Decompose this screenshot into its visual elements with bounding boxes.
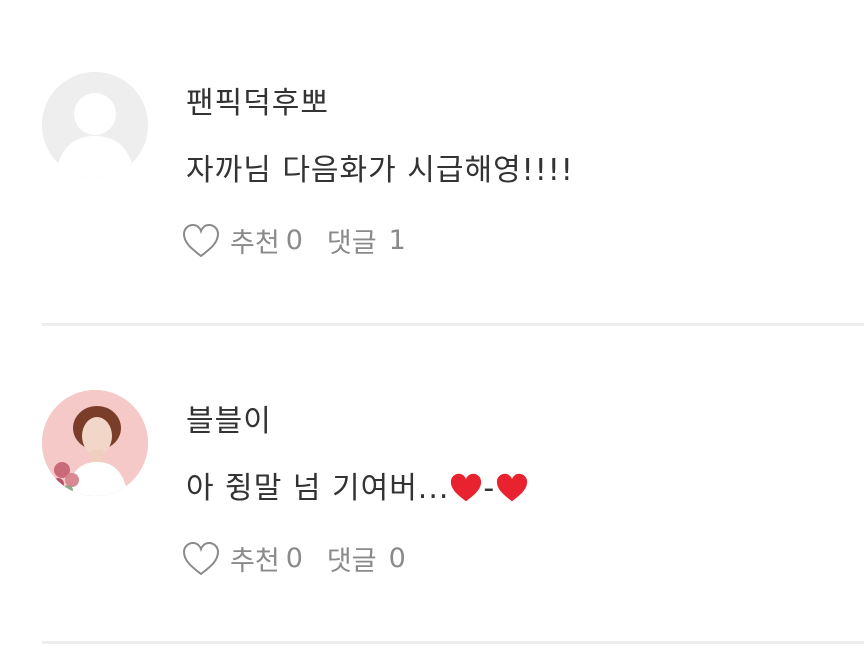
comment-actions: 추천 0 댓글 1 — [182, 221, 406, 260]
like-label: 추천 — [230, 228, 280, 259]
comment-author[interactable]: 블블이 — [186, 396, 272, 440]
reply-button[interactable]: 댓글 1 — [327, 221, 406, 260]
reply-count: 1 — [388, 225, 406, 256]
user-avatar[interactable] — [42, 390, 148, 496]
heart-outline-icon — [182, 223, 220, 257]
red-heart-icon — [497, 473, 528, 502]
like-button[interactable]: 추천 0 — [182, 221, 303, 260]
like-count: 0 — [285, 225, 303, 256]
red-heart-icon — [451, 473, 482, 502]
default-avatar-icon[interactable] — [42, 72, 148, 178]
comment-text: 아 쥥말 넘 기여버... - — [186, 463, 529, 507]
comment-text: 자까님 다음화가 시급해영!!!! — [186, 153, 574, 188]
heart-outline-icon — [182, 541, 220, 575]
reply-label: 댓글 — [326, 546, 377, 577]
comment-actions: 추천 0 댓글 0 — [182, 539, 406, 578]
reply-count: 0 — [388, 543, 406, 574]
comment-text-part: 아 쥥말 넘 기여버... — [186, 471, 450, 506]
reply-button[interactable]: 댓글 0 — [327, 539, 406, 578]
like-button[interactable]: 추천 0 — [182, 539, 303, 578]
like-count: 0 — [285, 543, 303, 574]
comment-text-separator: - — [483, 471, 496, 506]
comment-item: 블블이 아 쥥말 넘 기여버... - 추천 0 댓글 0 — [0, 326, 864, 644]
comment-item: 팬픽덕후뽀 자까님 다음화가 시급해영!!!! 추천 0 댓글 1 — [0, 0, 864, 326]
reply-label: 댓글 — [326, 228, 377, 259]
divider — [42, 641, 864, 644]
comment-author[interactable]: 팬픽덕후뽀 — [186, 78, 329, 122]
like-label: 추천 — [230, 546, 280, 577]
